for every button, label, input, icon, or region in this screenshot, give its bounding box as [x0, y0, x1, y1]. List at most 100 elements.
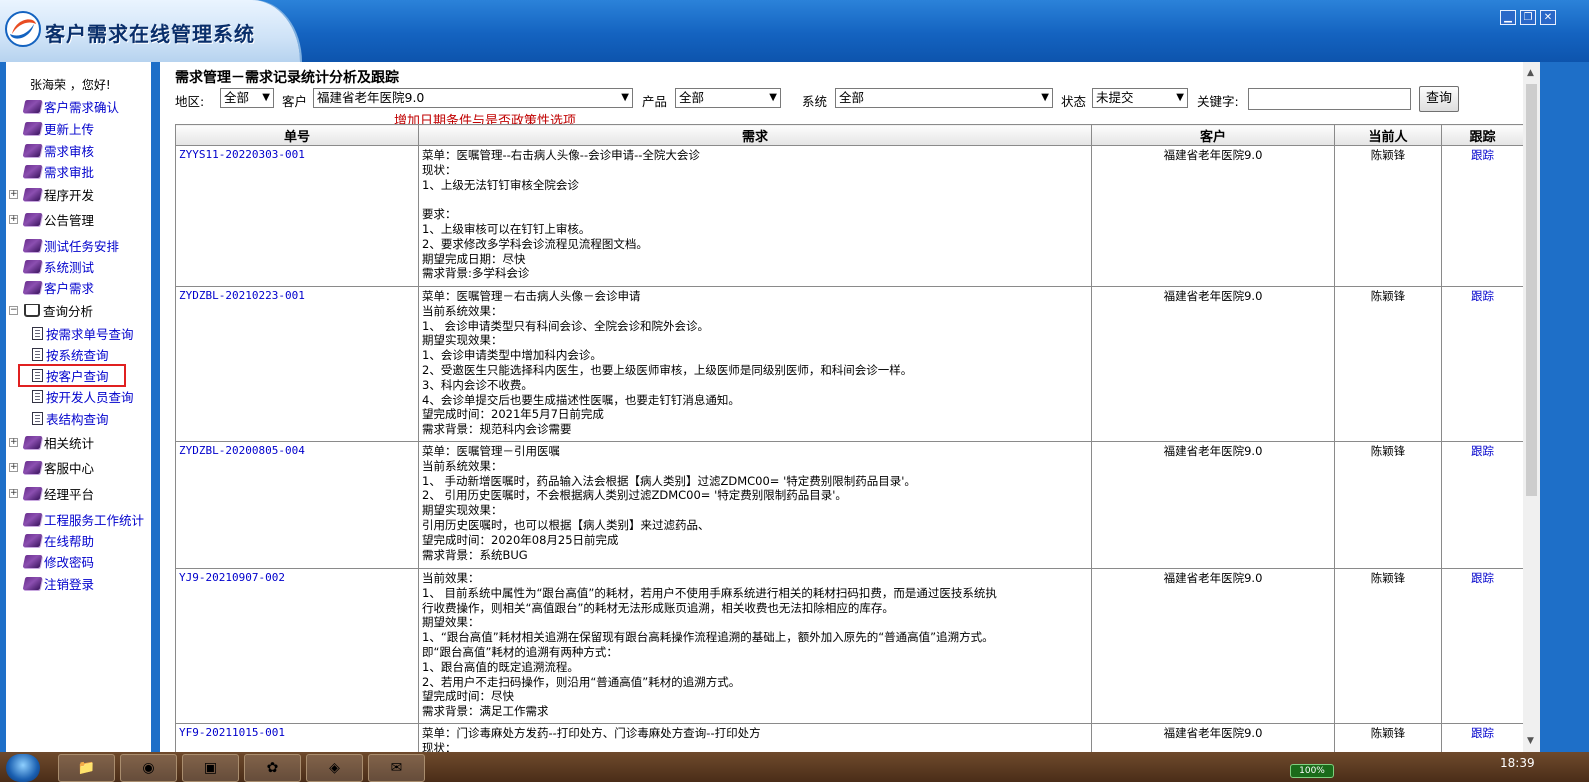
app-header: 客户需求在线管理系统 ▁ ❐ ✕ — [0, 0, 1589, 62]
region-select[interactable]: 全部 ▼ — [220, 88, 274, 108]
folder-icon[interactable]: 📁 — [58, 754, 115, 782]
expand-icon[interactable]: + — [9, 190, 18, 199]
minimize-button[interactable]: ▁ — [1500, 10, 1516, 25]
browser-icon[interactable]: ◉ — [120, 754, 177, 782]
requirement-line: 菜单：医嘱管理－右击病人头像－会诊申请 — [422, 289, 641, 303]
track-link[interactable]: 跟踪 — [1441, 145, 1523, 287]
search-button[interactable]: 查询 — [1419, 86, 1459, 112]
sidebar-item-label: 表结构查询 — [46, 411, 109, 427]
scroll-down-icon[interactable]: ▼ — [1527, 736, 1534, 746]
restore-button[interactable]: ❐ — [1520, 10, 1536, 25]
filter-bar: 地区: 全部 ▼ 客户 福建省老年医院9.0 ▼ 产品 全部 ▼ 系统 全部 ▼ 状态 … — [175, 86, 1515, 112]
track-link[interactable]: 跟踪 — [1441, 568, 1523, 724]
sidebar-item[interactable]: 在线帮助 — [22, 531, 94, 549]
track-link[interactable]: 跟踪 — [1441, 441, 1523, 569]
app-window-icon[interactable]: ▣ — [182, 754, 239, 782]
owner-cell: 陈颖锋 — [1334, 145, 1442, 287]
sidebar-item[interactable]: 系统测试 — [22, 257, 94, 275]
column-header-track[interactable]: 跟踪 — [1441, 124, 1523, 146]
requirement-line: 2、受邀医生只能选择科内医生，也要上级医师审核，上级医师是同级别医师，和科间会诊… — [422, 362, 913, 377]
sidebar-item[interactable]: + 公告管理 — [9, 210, 94, 228]
sidebar-item-label: 注销登录 — [44, 576, 95, 592]
sidebar-item[interactable]: 修改密码 — [22, 552, 94, 570]
sidebar-item[interactable]: 按需求单号查询 — [32, 324, 134, 342]
sidebar-item-label: 经理平台 — [44, 486, 95, 502]
start-button[interactable] — [6, 754, 40, 782]
table-header-row: 单号 需求 客户 当前人 跟踪 — [175, 124, 1523, 146]
requirement-cell: 菜单：门诊毒麻处方发药--打印处方、门诊毒麻处方查询--打印处方 现状： — [418, 723, 1092, 752]
sidebar: 张海荣 ，您好! 客户需求确认 更新上传 需求审核 需求审批 + 程序开发 + 公告管理 测试任… — [6, 62, 151, 752]
customer-label: 客户 — [282, 94, 308, 109]
vertical-scrollbar[interactable]: ▲ ▼ — [1523, 62, 1540, 752]
track-link[interactable]: 跟踪 — [1441, 286, 1523, 442]
request-id-link[interactable]: YJ9-20210907-002 — [175, 568, 419, 724]
sidebar-item[interactable]: + 程序开发 — [9, 185, 94, 203]
expand-icon[interactable]: + — [9, 438, 18, 447]
expand-icon[interactable]: + — [9, 215, 18, 224]
sidebar-item[interactable]: 客户需求 — [22, 278, 95, 296]
customer-select[interactable]: 福建省老年医院9.0 ▼ — [313, 88, 633, 108]
sidebar-item[interactable]: 客户需求确认 — [22, 97, 120, 115]
product-select[interactable]: 全部 ▼ — [675, 88, 781, 108]
sidebar-item[interactable]: 注销登录 — [22, 574, 95, 592]
sidebar-item[interactable]: 按开发人员查询 — [32, 387, 134, 405]
sidebar-item[interactable]: 需求审核 — [22, 141, 94, 159]
request-id-link[interactable]: ZYDZBL-20200805-004 — [175, 441, 419, 569]
product-label: 产品 — [642, 94, 668, 109]
requirement-line: 要求： — [422, 207, 457, 222]
status-select[interactable]: 未提交 ▼ — [1092, 88, 1188, 108]
close-button[interactable]: ✕ — [1540, 10, 1556, 25]
sidebar-item[interactable]: 更新上传 — [22, 119, 94, 137]
book-icon — [22, 212, 43, 226]
column-header-requirement[interactable]: 需求 — [418, 124, 1092, 146]
track-link[interactable]: 跟踪 — [1441, 723, 1523, 752]
tool-icon[interactable]: ✿ — [244, 754, 301, 782]
sidebar-item[interactable]: − 查询分析 — [9, 301, 93, 319]
system-select[interactable]: 全部 ▼ — [835, 88, 1053, 108]
owner-cell: 陈颖锋 — [1334, 568, 1442, 724]
package-icon[interactable]: ◈ — [306, 754, 363, 782]
taskbar-clock[interactable]: 18:39 — [1500, 756, 1535, 770]
column-header-customer[interactable]: 客户 — [1091, 124, 1335, 146]
sidebar-item[interactable]: + 客服中心 — [9, 458, 94, 476]
table-row: YF9-20211015-001 菜单：门诊毒麻处方发药--打印处方、门诊毒麻处方… — [175, 723, 1523, 752]
expand-icon[interactable]: + — [9, 489, 18, 498]
book-icon — [22, 143, 43, 157]
table-body: ZYYS11-20220303-001 菜单：医嘱管理--右击病人头像--会诊申请… — [175, 145, 1523, 752]
sidebar-item-label: 客户需求确认 — [44, 99, 120, 115]
requirement-line: 2、 引用历史医嘱时，不会根据病人类别过滤ZDMC00= '特定费别限制药品目录… — [422, 488, 847, 503]
sidebar-item[interactable]: 按系统查询 — [32, 345, 109, 363]
collapse-icon[interactable]: − — [9, 306, 18, 315]
chat-icon[interactable]: ✉ — [368, 754, 425, 782]
sidebar-item[interactable]: + 相关统计 — [9, 433, 95, 451]
sidebar-item-label: 相关统计 — [44, 435, 95, 451]
sidebar-item[interactable]: 测试任务安排 — [22, 236, 119, 254]
request-id-link[interactable]: ZYYS11-20220303-001 — [175, 145, 419, 287]
sidebar-item-label: 客户需求 — [44, 280, 95, 296]
book-icon — [22, 486, 43, 500]
sidebar-item[interactable]: 需求审批 — [22, 162, 94, 180]
sidebar-item[interactable]: 工程服务工作统计 — [22, 510, 144, 528]
requirement-line: 引用历史医嘱时，也可以根据【病人类别】来过滤药品、 — [422, 517, 710, 532]
requirement-line: 1、上级审核可以在钉钉上审核。 — [422, 221, 591, 236]
sidebar-item[interactable]: 表结构查询 — [32, 409, 109, 427]
requirement-line: 期望实现效果： — [422, 503, 503, 518]
expand-icon[interactable]: + — [9, 463, 18, 472]
owner-cell: 陈颖锋 — [1334, 441, 1442, 569]
book-icon — [22, 187, 43, 201]
requirement-line: 当前系统效果： — [422, 303, 503, 318]
customer-cell: 福建省老年医院9.0 — [1091, 568, 1335, 724]
sidebar-item[interactable]: + 经理平台 — [9, 484, 95, 502]
requirement-line: 1、 会诊申请类型只有科间会诊、全院会诊和院外会诊。 — [422, 318, 709, 333]
requirement-line: 菜单：医嘱管理－引用医嘱 — [422, 444, 560, 458]
request-id-link[interactable]: ZYDZBL-20210223-001 — [175, 286, 419, 442]
status-label: 状态 — [1061, 94, 1087, 109]
keyword-input[interactable] — [1248, 88, 1411, 110]
requirement-line: 1、上级无法钉钉审核全院会诊 — [422, 177, 579, 192]
column-header-owner[interactable]: 当前人 — [1334, 124, 1442, 146]
column-header-id[interactable]: 单号 — [175, 124, 419, 146]
scrollbar-thumb[interactable] — [1526, 84, 1537, 496]
battery-indicator[interactable]: 100% — [1290, 764, 1334, 778]
request-id-link[interactable]: YF9-20211015-001 — [175, 723, 419, 752]
scroll-up-icon[interactable]: ▲ — [1527, 68, 1534, 78]
